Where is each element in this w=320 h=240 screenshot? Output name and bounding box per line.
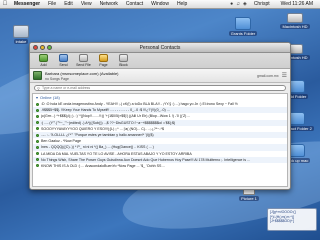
contact-name: No Things Wish, Share The Power Guys Gui… bbox=[41, 157, 251, 162]
toolbar-label: Send bbox=[59, 62, 68, 67]
contact-name: jo(Grrr...) *+$$$)¡l(;;). :) '*((Nop!!..… bbox=[41, 114, 191, 119]
apple-menu-icon[interactable]:  bbox=[0, 1, 10, 7]
messenger-status-icon[interactable]: ● bbox=[230, 1, 233, 7]
online-status-icon bbox=[36, 158, 39, 162]
send-file-icon bbox=[79, 54, 88, 62]
online-status-icon bbox=[36, 139, 39, 143]
page-icon bbox=[99, 54, 108, 62]
folder-icon bbox=[235, 17, 251, 30]
avatar[interactable] bbox=[33, 71, 42, 80]
folder-icon bbox=[289, 144, 305, 157]
online-status-icon bbox=[36, 152, 39, 156]
chevron-down-icon[interactable]: ▾ bbox=[36, 95, 38, 100]
contact-name: :) ...- (Y'°.|'°*~_'°~(edited) -) A*(((S… bbox=[41, 120, 176, 125]
contact-name: .9$$$5+$$). !!Keep Your Hands To Myself!… bbox=[41, 108, 170, 113]
group-label: Online (18) bbox=[40, 95, 60, 100]
menu-help[interactable]: Help bbox=[173, 1, 191, 7]
desktop-icon-label: Picture 1 bbox=[239, 196, 259, 201]
search-input[interactable] bbox=[41, 86, 242, 90]
status-message[interactable]: no Songs Page bbox=[45, 77, 254, 81]
desktop-icon-grants-folder[interactable]: Grants Folder bbox=[228, 17, 258, 36]
desktop-icon-label: Grants Folder bbox=[228, 31, 258, 36]
toolbar-label: Page bbox=[99, 62, 108, 67]
online-status-icon bbox=[36, 164, 39, 168]
contact-search[interactable]: ⚲ bbox=[34, 85, 286, 91]
menu-edit[interactable]: Edit bbox=[60, 1, 77, 7]
group-header-online[interactable]: ▾ Online (18) bbox=[33, 94, 287, 101]
online-status-icon bbox=[36, 108, 39, 112]
contacts-window: Personal Contacts Add Send Send File Pag… bbox=[29, 42, 291, 190]
my-status-panel[interactable]: Barbara (msnsomeplace.com) (Available) n… bbox=[30, 69, 290, 83]
window-title: Personal Contacts bbox=[139, 44, 181, 51]
online-status-icon bbox=[36, 145, 39, 149]
note-line: [J+$$$$$OD)+] bbox=[270, 219, 294, 223]
menu-file[interactable]: File bbox=[44, 1, 60, 7]
document-icon bbox=[13, 25, 29, 38]
desktop-icon-macintosh-hd[interactable]: Macintosh HD bbox=[280, 13, 310, 29]
toolbar-send-file-button[interactable]: Send File bbox=[76, 54, 91, 67]
window-titlebar[interactable]: Personal Contacts bbox=[30, 43, 290, 53]
menu-user[interactable]: Chrispt bbox=[250, 1, 274, 7]
contact-name: LA MIDA DA MAL VUELTAS YO TE LO AVISE - … bbox=[41, 151, 192, 156]
contact-name: ..-.. :- ?LOLLLL ¿l'*''' ''Porque estes … bbox=[41, 133, 154, 138]
contact-name: KNOW THIS IS A OLD :) ... AnacondaloBuen… bbox=[41, 163, 166, 168]
online-status-icon bbox=[36, 133, 39, 137]
send-icon bbox=[59, 54, 68, 62]
toolbar-page-button[interactable]: Page bbox=[96, 54, 111, 67]
menu-extras: ● ♫ ◈ Chrispt Wed 11:26 AM bbox=[230, 1, 320, 7]
menu-bar:  Messenger File Edit View Network Conta… bbox=[0, 0, 320, 9]
online-status-icon bbox=[36, 102, 39, 106]
contact-name: SOOOYYYAVAYYYOO QUIERO Y ESO!!!(;]L) ;;*… bbox=[41, 126, 164, 131]
menu-network[interactable]: Network bbox=[96, 1, 122, 7]
menu-view[interactable]: View bbox=[77, 1, 96, 7]
menu-contact[interactable]: Contact bbox=[122, 1, 147, 7]
online-status-icon bbox=[36, 127, 39, 131]
toolbar-send-button[interactable]: Send bbox=[56, 54, 71, 67]
menu-app-name[interactable]: Messenger bbox=[10, 1, 44, 7]
online-status-icon bbox=[36, 121, 39, 125]
toolbar-block-button[interactable]: Block bbox=[116, 54, 131, 67]
folder-icon bbox=[289, 80, 305, 93]
status-name[interactable]: Barbara (msnsomeplace.com) (Available) bbox=[45, 71, 254, 76]
window-toolbar: Add Send Send File Page Block bbox=[30, 53, 290, 69]
list-item[interactable]: KNOW THIS IS A OLD :) ... AnacondaloBuen… bbox=[33, 163, 287, 169]
contact-name: Ben Gaaluz - *Now Page bbox=[41, 139, 81, 144]
contact-name: Ines - QQQQ(((C)..)) * P_ ni ni ni *(( B… bbox=[41, 145, 154, 150]
block-icon bbox=[119, 54, 128, 62]
messenger-logo-icon: ☰ bbox=[281, 73, 287, 79]
online-status-icon bbox=[36, 114, 39, 118]
note-window[interactable]: [J[g+m!OOOO:(] ]*)!-(H(,m(,m ^)] [J+$$$$… bbox=[267, 208, 317, 231]
menu-window[interactable]: Window bbox=[147, 1, 173, 7]
toolbar-label: Send File bbox=[76, 62, 91, 67]
toolbar-label: Block bbox=[119, 62, 128, 67]
folder-icon bbox=[289, 112, 305, 125]
wifi-icon[interactable]: ◈ bbox=[243, 1, 247, 7]
hard-drive-icon bbox=[287, 13, 303, 23]
toolbar-label: Add bbox=[40, 62, 47, 67]
volume-icon[interactable]: ♫ bbox=[236, 1, 240, 7]
search-icon: ⚲ bbox=[37, 85, 40, 91]
contact-list[interactable]: ▾ Online (18) :D :O hola kE onda imageno… bbox=[32, 93, 288, 187]
menu-clock[interactable]: Wed 11:26 AM bbox=[277, 1, 317, 7]
desktop-icon-label: Macintosh HD bbox=[280, 24, 310, 29]
status-email: gmail.com.mx bbox=[257, 73, 279, 78]
add-contact-icon bbox=[39, 54, 48, 62]
contact-name: :D :O hola kE onda imagenostino Andy - Y… bbox=[41, 102, 238, 107]
toolbar-add-button[interactable]: Add bbox=[36, 54, 51, 67]
desktop-icon-label: intake bbox=[13, 39, 29, 44]
